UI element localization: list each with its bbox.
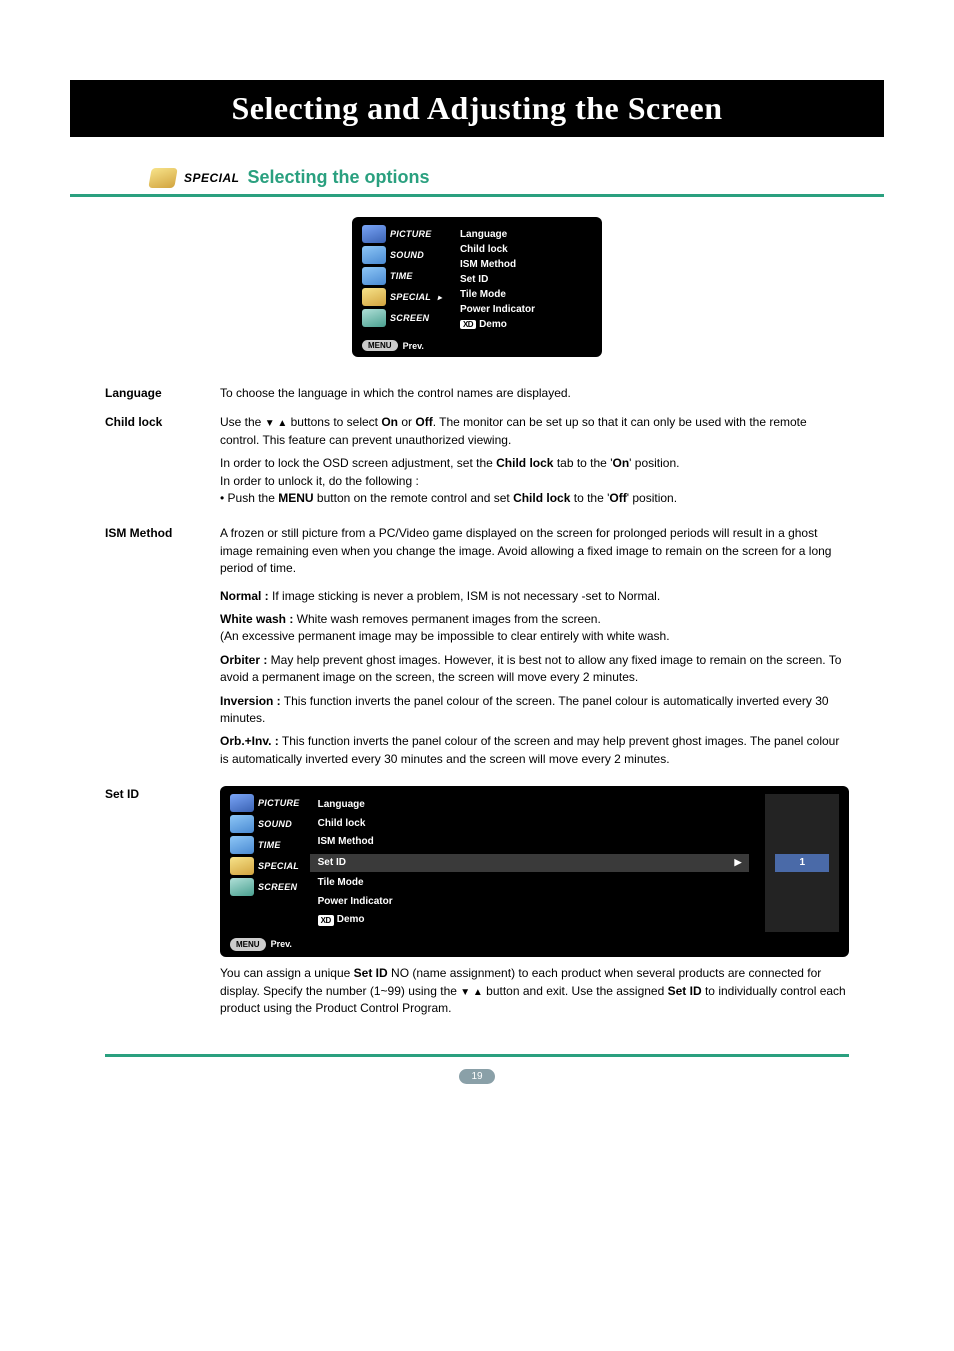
section-header: SPECIAL Selecting the options (70, 167, 884, 197)
tab-screen: SCREEN (230, 878, 300, 896)
menu-pill: MENU (230, 938, 266, 952)
osd-tabs: PICTURE SOUND TIME SPECIAL ▸ SCREEN (362, 225, 442, 334)
tab-time: TIME (230, 836, 300, 854)
osd-setid-tabs: PICTURE SOUND TIME SPECIAL SCREEN (230, 794, 300, 932)
body-ism: A frozen or still picture from a PC/Vide… (220, 525, 849, 774)
osd-item: Power Indicator (318, 895, 742, 910)
label-childlock: Child lock (105, 414, 200, 513)
tab-special: SPECIAL (230, 857, 300, 875)
down-up-arrow-icon: ▼ ▲ (460, 987, 483, 998)
tab-sound: SOUND (230, 815, 300, 833)
tab-time: TIME (362, 267, 442, 285)
page-number: 19 (459, 1069, 494, 1084)
osd-item: Tile Mode (460, 289, 535, 300)
osd-footer: MENU Prev. (362, 340, 592, 351)
osd-items: Language Child lock ISM Method Set ID Ti… (452, 225, 543, 334)
tab-picture: PICTURE (230, 794, 300, 812)
body-childlock: Use the ▼ ▲ buttons to select On or Off.… (220, 414, 849, 513)
tab-sound: SOUND (362, 246, 442, 264)
row-childlock: Child lock Use the ▼ ▲ buttons to select… (105, 414, 849, 513)
label-ism: ISM Method (105, 525, 200, 774)
menu-pill: MENU (362, 340, 398, 351)
osd-setid-footer: MENU Prev. (230, 938, 839, 952)
label-language: Language (105, 385, 200, 402)
osd-setid: PICTURE SOUND TIME SPECIAL SCREEN Langua… (220, 786, 849, 957)
osd-item: Power Indicator (460, 304, 535, 315)
osd-value-panel: 1 (765, 794, 839, 932)
body-setid: PICTURE SOUND TIME SPECIAL SCREEN Langua… (220, 786, 849, 1023)
setid-value: 1 (775, 854, 829, 873)
osd-setid-items: Language Child lock ISM Method Set ID ▶ … (310, 794, 750, 932)
osd-item-selected: Set ID ▶ (310, 854, 750, 873)
body-language: To choose the language in which the cont… (220, 385, 849, 402)
osd-main: PICTURE SOUND TIME SPECIAL ▸ SCREEN Lang… (352, 217, 602, 357)
osd-item-demo: XD Demo (318, 913, 742, 928)
xd-icon: XD (460, 320, 476, 329)
page-number-wrap: 19 (70, 1069, 884, 1084)
row-ism: ISM Method A frozen or still picture fro… (105, 525, 849, 774)
footer-rule (105, 1054, 849, 1057)
osd-item: ISM Method (460, 259, 535, 270)
down-up-arrow-icon: ▼ ▲ (265, 418, 288, 429)
page-title: Selecting and Adjusting the Screen (70, 90, 884, 127)
section-title: Selecting the options (248, 167, 430, 188)
tab-screen: SCREEN (362, 309, 442, 327)
osd-item: Tile Mode (318, 876, 742, 891)
osd-item: Language (460, 229, 535, 240)
row-language: Language To choose the language in which… (105, 385, 849, 402)
special-icon (148, 168, 178, 188)
chevron-right-icon: ▶ (735, 856, 742, 869)
row-setid: Set ID PICTURE SOUND TIME SPECIAL SCREEN… (105, 786, 849, 1023)
osd-item-demo: XD Demo (460, 319, 535, 330)
osd-main-wrap: PICTURE SOUND TIME SPECIAL ▸ SCREEN Lang… (70, 217, 884, 357)
osd-item: Set ID (460, 274, 535, 285)
osd-item: Child lock (318, 817, 742, 832)
osd-item: ISM Method (318, 835, 742, 850)
tab-picture: PICTURE (362, 225, 442, 243)
section-badge: SPECIAL (184, 171, 240, 185)
page-title-bar: Selecting and Adjusting the Screen (70, 80, 884, 137)
xd-icon: XD (318, 915, 334, 927)
tab-special: SPECIAL ▸ (362, 288, 442, 306)
osd-item: Child lock (460, 244, 535, 255)
osd-item: Language (318, 798, 742, 813)
label-setid: Set ID (105, 786, 200, 1023)
